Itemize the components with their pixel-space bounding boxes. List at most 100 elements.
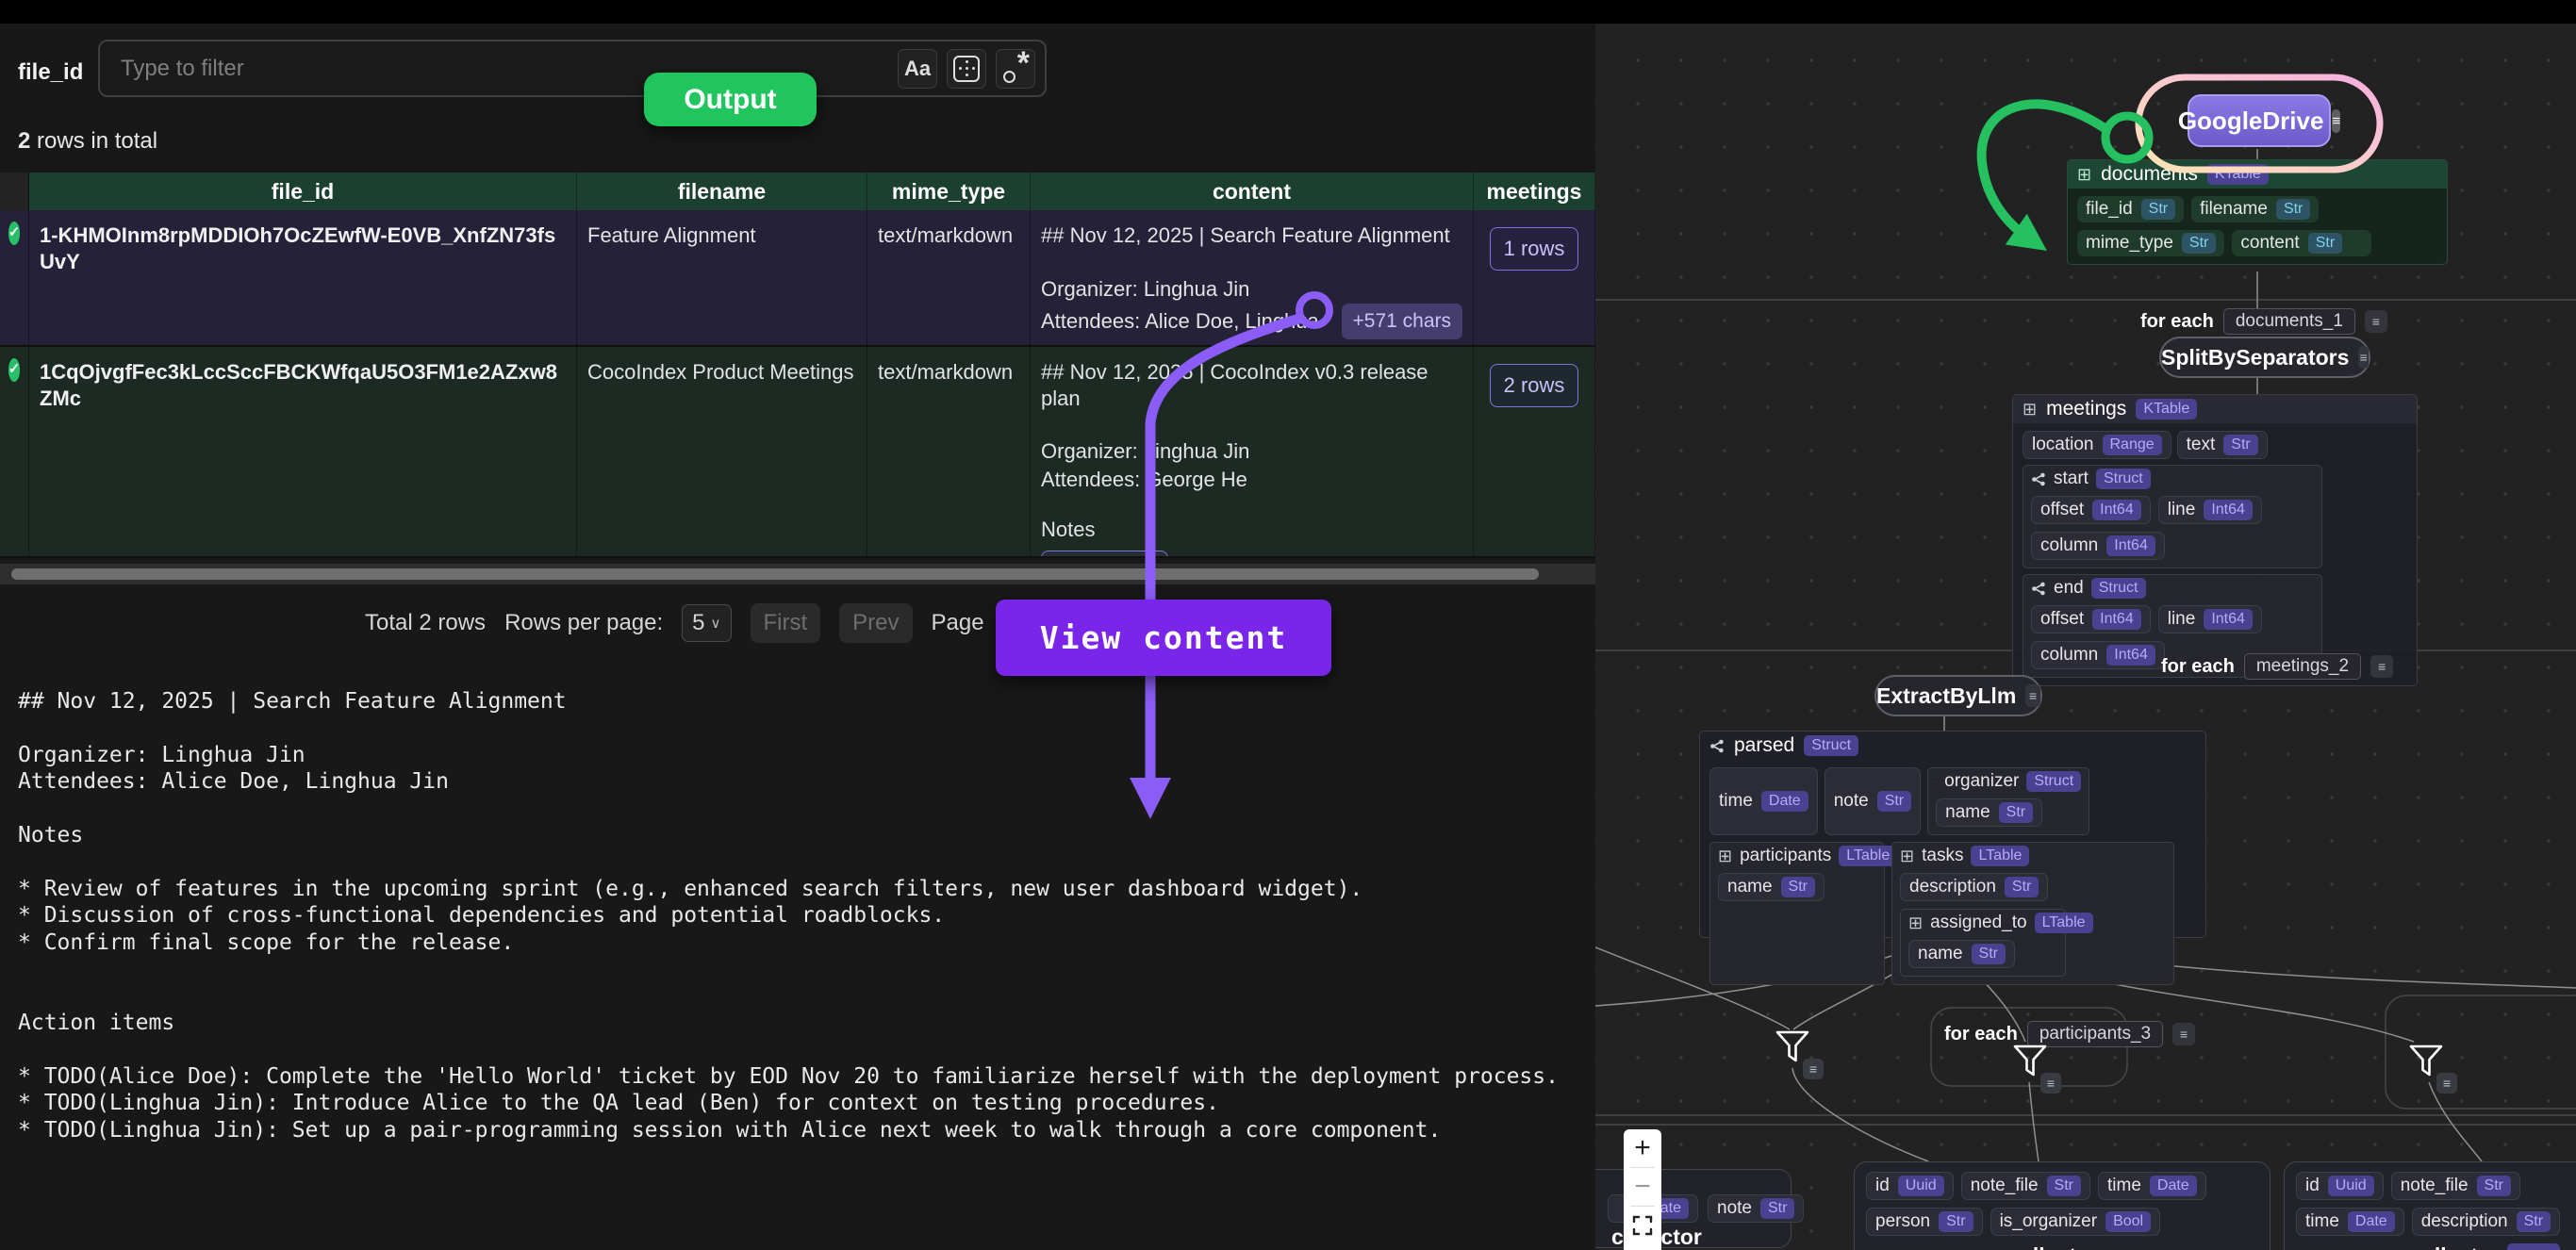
content-notes-label: Notes — [1041, 517, 1462, 543]
type-badge — [2507, 1243, 2560, 1250]
collector-caption: collector — [2409, 1243, 2560, 1250]
document-icon: ≡ — [1803, 1059, 1824, 1079]
filter-box: Aa * — [98, 40, 1047, 97]
field-pill: nameStr — [1718, 873, 1825, 901]
document-icon[interactable]: ≡ — [2172, 1023, 2195, 1045]
rows-per-page-select[interactable]: 5 ∨ — [682, 604, 731, 642]
filter-icon-group: Aa * — [898, 49, 1035, 89]
scope-name-box[interactable]: documents_1 — [2223, 308, 2355, 335]
struct-box-organizer: organizer Struct nameStr — [1927, 767, 2089, 835]
checkbox-column-header — [0, 173, 29, 210]
match-case-icon[interactable]: Aa — [898, 49, 937, 89]
column-header-filename[interactable]: filename — [577, 173, 867, 210]
nested-rows-button[interactable]: 1 rows — [1490, 227, 1579, 271]
struct-icon — [2031, 582, 2046, 596]
more-chars-badge[interactable]: +571 chars — [1342, 304, 1463, 339]
horizontal-scrollbar[interactable] — [0, 564, 1595, 584]
canvas-toolbar: + − — [1624, 1129, 1661, 1250]
page-label: Page — [932, 610, 984, 636]
rows-per-page-label: Rows per page: — [504, 610, 663, 636]
document-icon[interactable]: ≡ — [2365, 310, 2387, 333]
check-icon: ✓ — [8, 222, 21, 245]
column-header-mime-type[interactable]: mime_type — [867, 173, 1031, 210]
field-pill: noteStr — [1825, 767, 1921, 835]
output-table-panel: file_id Aa * 2 rows in total file_id fil… — [0, 24, 1595, 1250]
struct-icon — [1936, 775, 1937, 789]
content-preview-line: ## Nov 12, 2025 | Search Feature Alignme… — [1041, 222, 1462, 249]
schema-table-documents[interactable]: ⊞ documents KTable file_idStr filenameSt… — [2067, 159, 2448, 265]
scope-name-box[interactable]: participants_3 — [2027, 1021, 2163, 1047]
document-icon: ≡ — [2436, 1073, 2457, 1094]
table-row[interactable]: ✓ 1-KHMOInm8rpMDDIOh7OcZEwfW-E0VB_XnfZN7… — [0, 210, 1595, 347]
table-icon: ⊞ — [2077, 165, 2091, 185]
struct-kind-badge: Struct — [1804, 735, 1858, 756]
foreach-row-meetings: for each meetings_2 ≡ — [2161, 653, 2393, 680]
rows-total: 2 rows in total — [18, 128, 157, 155]
filename-cell: CocoIndex Product Meetings — [577, 347, 867, 556]
source-node-googledrive[interactable]: GoogleDrive ≡ — [2188, 94, 2331, 147]
table-icon: ⊞ — [1718, 847, 1732, 866]
collector-table[interactable]: idUuid note_fileStr timeDate description… — [2284, 1161, 2576, 1250]
filter-funnel-node[interactable]: ≡ — [1775, 1030, 1824, 1079]
foreach-row-participants: for each participants_3 ≡ — [1944, 1021, 2195, 1047]
field-pill: lineInt64 — [2158, 496, 2262, 524]
schema-table-meetings[interactable]: ⊞ meetings KTable locationRange textStr … — [2012, 394, 2418, 686]
flow-diagram-panel[interactable]: GoogleDrive ≡ ⊞ documents KTable file_id… — [1595, 24, 2576, 1250]
nested-rows-button[interactable]: 2 rows — [1490, 364, 1579, 407]
content-attendees-line: Attendees: Alice Doe, Linghua — [1041, 308, 1319, 335]
result-table: file_id filename mime_type content meeti… — [0, 173, 1595, 558]
table-name: meetings — [2046, 398, 2126, 420]
prev-page-button[interactable]: Prev — [839, 603, 912, 643]
schema-box-parsed[interactable]: parsed Struct timeDate noteStr organizer… — [1699, 731, 2206, 938]
table-kind-badge: KTable — [2207, 164, 2269, 185]
output-annotation-button[interactable]: Output — [644, 73, 817, 126]
fit-view-button[interactable] — [1624, 1207, 1661, 1244]
document-icon: ≡ — [2025, 684, 2040, 707]
field-pill: timeDate — [2296, 1208, 2404, 1236]
document-icon[interactable]: ≡ — [2370, 655, 2393, 678]
file-id-cell: 1CqOjvgfFec3kLccSccFBCKWfqaU5O3FM1e2AZxw… — [29, 347, 577, 556]
filter-funnel-node[interactable]: ≡ — [2408, 1044, 2457, 1094]
field-pill: is_organizerBool — [1990, 1208, 2161, 1236]
zoom-out-button[interactable]: − — [1624, 1168, 1661, 1206]
content-attendees-line: Attendees: George He — [1041, 467, 1462, 493]
struct-box-start: start Struct offsetInt64 lineInt64 colum… — [2023, 465, 2322, 568]
field-pill: timeDate — [1709, 767, 1818, 835]
field-pill: note_fileStr — [1961, 1172, 2090, 1200]
column-header-file-id[interactable]: file_id — [29, 173, 577, 210]
table-name: documents — [2101, 163, 2198, 186]
op-node-extractbyllm[interactable]: ExtractByLlm ≡ — [1874, 675, 2042, 716]
meetings-cell: 2 rows — [1474, 347, 1595, 556]
column-header-content[interactable]: content — [1031, 173, 1474, 210]
field-pill: personStr — [1866, 1208, 1983, 1236]
table-row[interactable]: ✓ 1CqOjvgfFec3kLccSccFBCKWfqaU5O3FM1e2AZ… — [0, 347, 1595, 558]
row-status-cell: ✓ — [0, 210, 29, 345]
filter-funnel-node[interactable]: ≡ — [2012, 1044, 2061, 1094]
table-box-participants: ⊞ participants LTable nameStr — [1709, 842, 1885, 985]
field-pill: textStr — [2177, 431, 2268, 459]
field-pill: lineInt64 — [2158, 605, 2262, 633]
foreach-row-documents: for each documents_1 ≡ — [2140, 308, 2387, 335]
document-icon: ≡ — [2040, 1073, 2061, 1094]
mime-type-cell: text/markdown — [867, 347, 1031, 556]
view-content-annotation-button[interactable]: View content — [996, 600, 1331, 676]
column-header-meetings[interactable]: meetings — [1474, 173, 1595, 210]
field-pill: offsetInt64 — [2031, 496, 2151, 524]
match-whole-word-icon[interactable] — [947, 49, 986, 89]
field-pill: filenameStr — [2191, 196, 2319, 222]
collector-table[interactable]: idUuid note_fileStr timeDate personStr i… — [1854, 1161, 2271, 1250]
file-id-cell: 1-KHMOInm8rpMDDIOh7OcZEwfW-E0VB_XnfZN73f… — [29, 210, 577, 345]
table-icon: ⊞ — [2023, 400, 2037, 419]
scope-name-box[interactable]: meetings_2 — [2244, 653, 2361, 680]
content-preview-line: ## Nov 12, 2025 | CocoIndex v0.3 release… — [1041, 359, 1462, 411]
scrollbar-thumb[interactable] — [11, 568, 1539, 580]
field-pill: file_idStr — [2077, 196, 2184, 222]
zoom-in-button[interactable]: + — [1624, 1129, 1661, 1167]
op-node-splitbyseparators[interactable]: SplitBySeparators ≡ — [2159, 337, 2370, 378]
row-status-cell: ✓ — [0, 347, 29, 556]
pagination-bar: Total 2 rows Rows per page: 5 ∨ First Pr… — [365, 601, 1058, 645]
more-chars-badge[interactable]: +414 chars — [1041, 551, 1168, 557]
regex-icon[interactable]: * — [996, 49, 1035, 89]
struct-icon — [2031, 472, 2046, 486]
first-page-button[interactable]: First — [751, 603, 821, 643]
